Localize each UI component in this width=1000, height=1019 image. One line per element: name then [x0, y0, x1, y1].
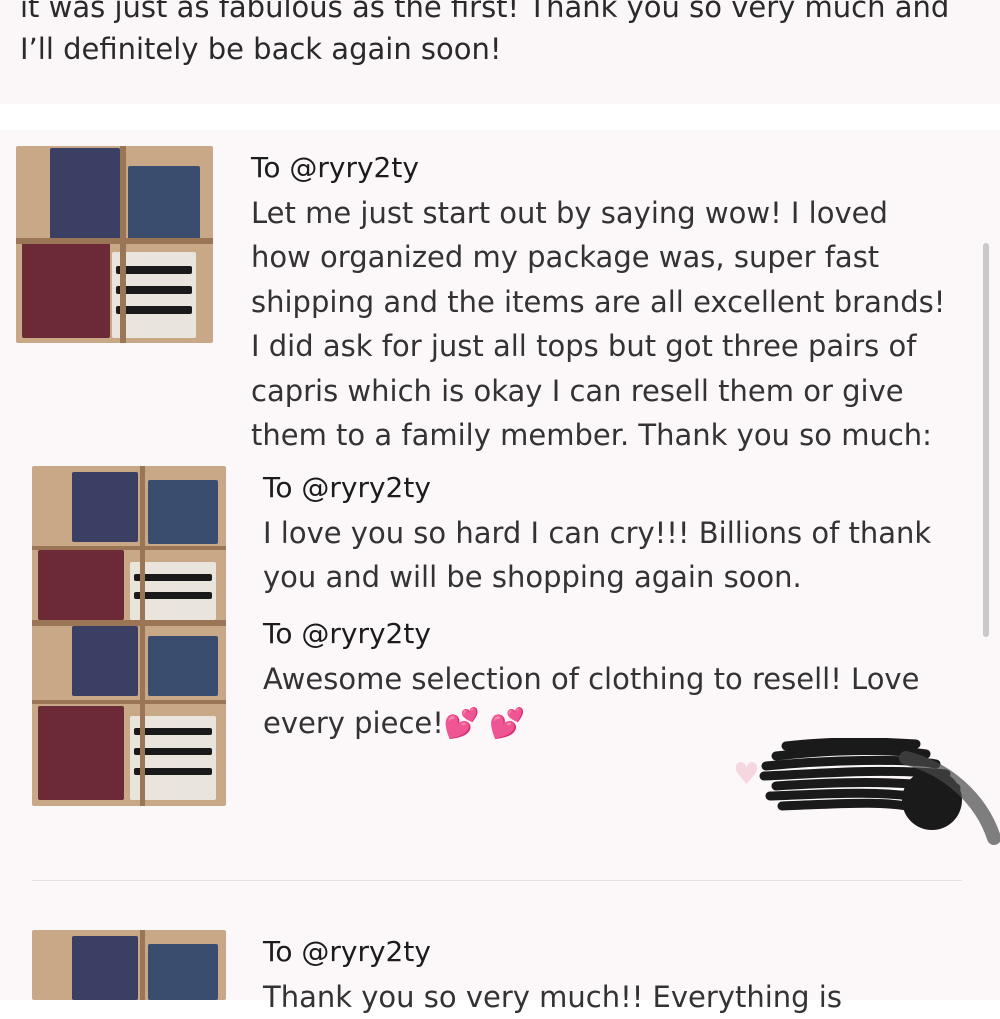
review-entry: To @ryry2ty Let me just start out by say… [251, 146, 945, 458]
review-line: them to a family member. Thank you so mu… [251, 413, 945, 458]
review-line: Awesome selection of clothing to resell!… [263, 657, 919, 702]
package-photo[interactable] [32, 930, 226, 1000]
review-line: I did ask for just all tops but got thre… [251, 324, 945, 369]
review-separator [32, 880, 962, 881]
previous-review-card: it was just as fabulous as the first! Th… [0, 0, 1000, 104]
previous-review-text: it was just as fabulous as the first! Th… [20, 0, 980, 70]
review-line: shipping and the items are all excellent… [251, 280, 945, 325]
review-line: you and will be shopping again soon. [263, 555, 931, 600]
review-line: I love you so hard I can cry!!! Billions… [263, 511, 931, 556]
review-line: Thank you so very much!! Everything is [263, 975, 842, 1019]
redaction-scribble [756, 738, 1000, 850]
review-line: capris which is okay I can resell them o… [251, 369, 945, 414]
package-photo[interactable] [16, 146, 213, 343]
review-entry: To @ryry2ty Awesome selection of clothin… [263, 612, 919, 746]
review-recipient[interactable]: To @ryry2ty [263, 612, 919, 657]
package-photo[interactable] [32, 466, 226, 806]
review-recipient[interactable]: To @ryry2ty [263, 930, 842, 975]
review-line: I’ll definitely be back again soon! [20, 28, 980, 70]
review-recipient[interactable]: To @ryry2ty [251, 146, 945, 191]
review-entry: To @ryry2ty Thank you so very much!! Eve… [263, 930, 842, 1019]
scrollbar[interactable] [983, 243, 989, 637]
review-recipient[interactable]: To @ryry2ty [263, 466, 931, 511]
review-entry: To @ryry2ty I love you so hard I can cry… [263, 466, 931, 600]
review-line: Let me just start out by saying wow! I l… [251, 191, 945, 236]
card-gap [0, 104, 1000, 130]
review-line: it was just as fabulous as the first! Th… [20, 0, 980, 28]
review-line: how organized my package was, super fast [251, 235, 945, 280]
